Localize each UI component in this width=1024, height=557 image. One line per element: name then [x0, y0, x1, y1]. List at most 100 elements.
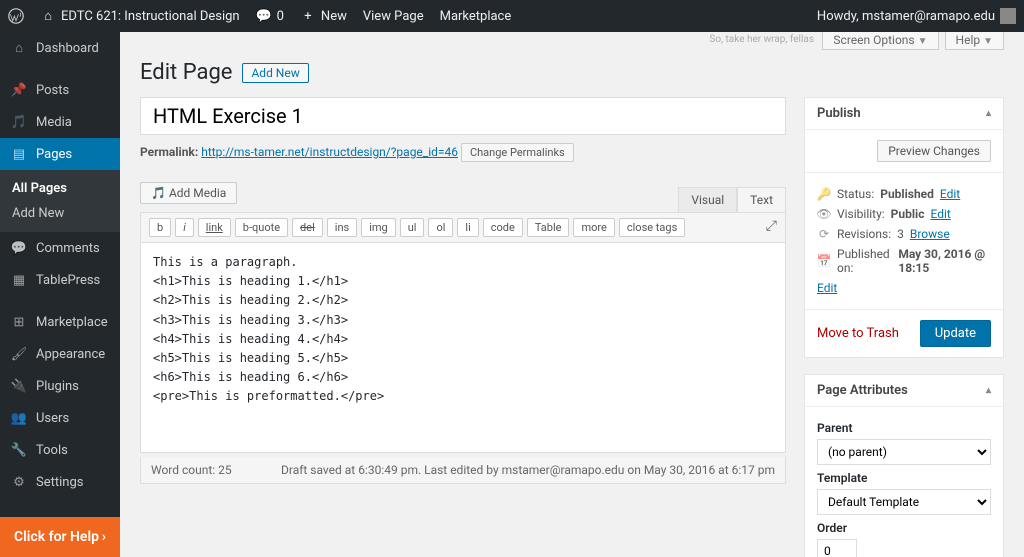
menu-media[interactable]: 🎵 Media	[0, 106, 120, 138]
menu-users[interactable]: 👥Users	[0, 402, 120, 434]
qt-i[interactable]: i	[175, 218, 194, 237]
plugin-icon: 🔌	[10, 377, 28, 395]
comments-link[interactable]: 💬0	[256, 8, 284, 24]
menu-settings[interactable]: ⚙ Settings	[0, 466, 120, 498]
permalink-url[interactable]: http://ms-tamer.net/instructdesign/?page…	[201, 145, 458, 159]
quicktags-toolbar: b i link b-quote del ins img ul ol li co…	[140, 212, 786, 243]
qt-more[interactable]: more	[573, 218, 614, 237]
new-content[interactable]: +New	[300, 8, 347, 24]
comment-icon: 💬	[256, 8, 272, 24]
preview-changes-button[interactable]: Preview Changes	[877, 140, 991, 162]
qt-del[interactable]: del	[292, 218, 323, 237]
menu-settings-label: Settings	[36, 475, 83, 490]
qt-ul[interactable]: ul	[400, 218, 425, 237]
tab-text[interactable]: Text	[737, 187, 786, 212]
wp-logo[interactable]	[8, 8, 24, 24]
media-icon: 🎵	[10, 113, 28, 131]
users-icon: 👥	[10, 409, 28, 427]
menu-tablepress-label: TablePress	[36, 273, 100, 288]
help-toggle[interactable]: Help ▼	[945, 32, 1004, 50]
settings-icon: ⚙	[10, 473, 28, 491]
menu-marketplace[interactable]: ⊞Marketplace	[0, 306, 120, 338]
publish-title: Publish	[817, 106, 861, 121]
fullscreen-icon[interactable]: ⤢	[766, 218, 777, 237]
marketplace-link[interactable]: Marketplace	[440, 9, 512, 24]
site-title-text: EDTC 621: Instructional Design	[61, 9, 240, 24]
chevron-right-icon: ›	[102, 529, 106, 545]
menu-appearance[interactable]: 🖌Appearance	[0, 338, 120, 370]
add-media-button[interactable]: 🎵 Add Media	[140, 182, 237, 204]
site-name[interactable]: ⌂ EDTC 621: Instructional Design	[40, 8, 240, 24]
post-title-input[interactable]	[140, 97, 786, 135]
submenu-add-new[interactable]: Add New	[0, 201, 120, 226]
menu-tablepress[interactable]: ▦ TablePress	[0, 264, 120, 296]
qt-bquote[interactable]: b-quote	[235, 218, 288, 237]
tab-visual[interactable]: Visual	[678, 187, 737, 212]
published-label: Published on:	[837, 247, 892, 275]
click-for-help-button[interactable]: Click for Help›	[0, 517, 120, 557]
qt-b[interactable]: b	[149, 218, 171, 237]
publish-box: Publish▴ Preview Changes 🔑Status: Publis…	[804, 97, 1004, 358]
brush-icon: 🖌	[10, 345, 28, 363]
qt-img[interactable]: img	[361, 218, 396, 237]
menu-pages-label: Pages	[36, 147, 72, 162]
edit-published-date[interactable]: Edit	[817, 281, 837, 295]
add-new-button[interactable]: Add New	[242, 63, 308, 83]
order-label: Order	[817, 521, 991, 535]
qt-code[interactable]: code	[483, 218, 523, 237]
qt-table[interactable]: Table	[527, 218, 570, 237]
menu-dashboard[interactable]: ⌂Dashboard	[0, 32, 120, 64]
table-icon: ▦	[10, 271, 28, 289]
edit-status[interactable]: Edit	[940, 187, 960, 201]
permalink-row: Permalink: http://ms-tamer.net/instructd…	[140, 143, 786, 162]
qt-ol[interactable]: ol	[428, 218, 453, 237]
avatar	[1000, 8, 1016, 24]
home-icon: ⌂	[40, 8, 56, 24]
template-select[interactable]: Default Template	[817, 489, 991, 515]
toggle-icon[interactable]: ▴	[986, 108, 991, 119]
admin-bar: ⌂EDTC 621: Instructional Design 💬0 +New …	[0, 0, 1024, 32]
toggle-icon[interactable]: ▴	[986, 385, 991, 396]
qt-ins[interactable]: ins	[327, 218, 357, 237]
plus-icon: +	[300, 8, 316, 24]
tagline-text: So, take her wrap, fellas	[709, 34, 814, 45]
change-permalinks-button[interactable]: Change Permalinks	[461, 143, 574, 162]
main-column: Permalink: http://ms-tamer.net/instructd…	[140, 97, 786, 484]
edit-visibility[interactable]: Edit	[930, 207, 950, 221]
menu-plugins[interactable]: 🔌Plugins	[0, 370, 120, 402]
howdy-account[interactable]: Howdy, mstamer@ramapo.edu	[817, 8, 1016, 24]
howdy-text: Howdy, mstamer@ramapo.edu	[817, 9, 995, 24]
qt-close-tags[interactable]: close tags	[619, 218, 685, 237]
revisions-value: 3	[897, 227, 904, 241]
revisions-label: Revisions:	[837, 227, 891, 241]
content-editor[interactable]	[140, 243, 786, 453]
menu-posts[interactable]: 📌Posts	[0, 74, 120, 106]
qt-li[interactable]: li	[457, 218, 478, 237]
menu-comments[interactable]: 💬 Comments	[0, 232, 120, 264]
page-icon: ▤	[10, 145, 28, 163]
page-attributes-box: Page Attributes▴ Parent (no parent) Temp…	[804, 374, 1004, 557]
screen-options-toggle[interactable]: Screen Options ▼	[822, 32, 938, 50]
status-label: Status:	[837, 187, 874, 201]
move-to-trash[interactable]: Move to Trash	[817, 326, 899, 341]
order-input[interactable]	[817, 539, 857, 557]
pin-icon: 📌	[10, 81, 28, 99]
page-attributes-title: Page Attributes	[817, 383, 908, 398]
comment-icon: 💬	[10, 239, 28, 257]
menu-tools[interactable]: 🔧Tools	[0, 434, 120, 466]
parent-select[interactable]: (no parent)	[817, 439, 991, 465]
permalink-label: Permalink:	[140, 145, 198, 159]
submenu-all-pages[interactable]: All Pages	[0, 176, 120, 201]
template-label: Template	[817, 471, 991, 485]
update-button[interactable]: Update	[920, 320, 991, 347]
menu-pages[interactable]: ▤ Pages	[0, 138, 120, 170]
menu-media-label: Media	[36, 115, 72, 130]
menu-tools-label: Tools	[36, 443, 68, 458]
calendar-icon: 📅	[817, 254, 831, 268]
qt-link[interactable]: link	[198, 218, 231, 237]
save-status: Draft saved at 6:30:49 pm. Last edited b…	[281, 463, 775, 477]
visibility-value: Public	[891, 207, 925, 221]
view-page-link[interactable]: View Page	[363, 9, 424, 24]
browse-revisions[interactable]: Browse	[910, 227, 950, 241]
menu-comments-label: Comments	[36, 241, 100, 256]
